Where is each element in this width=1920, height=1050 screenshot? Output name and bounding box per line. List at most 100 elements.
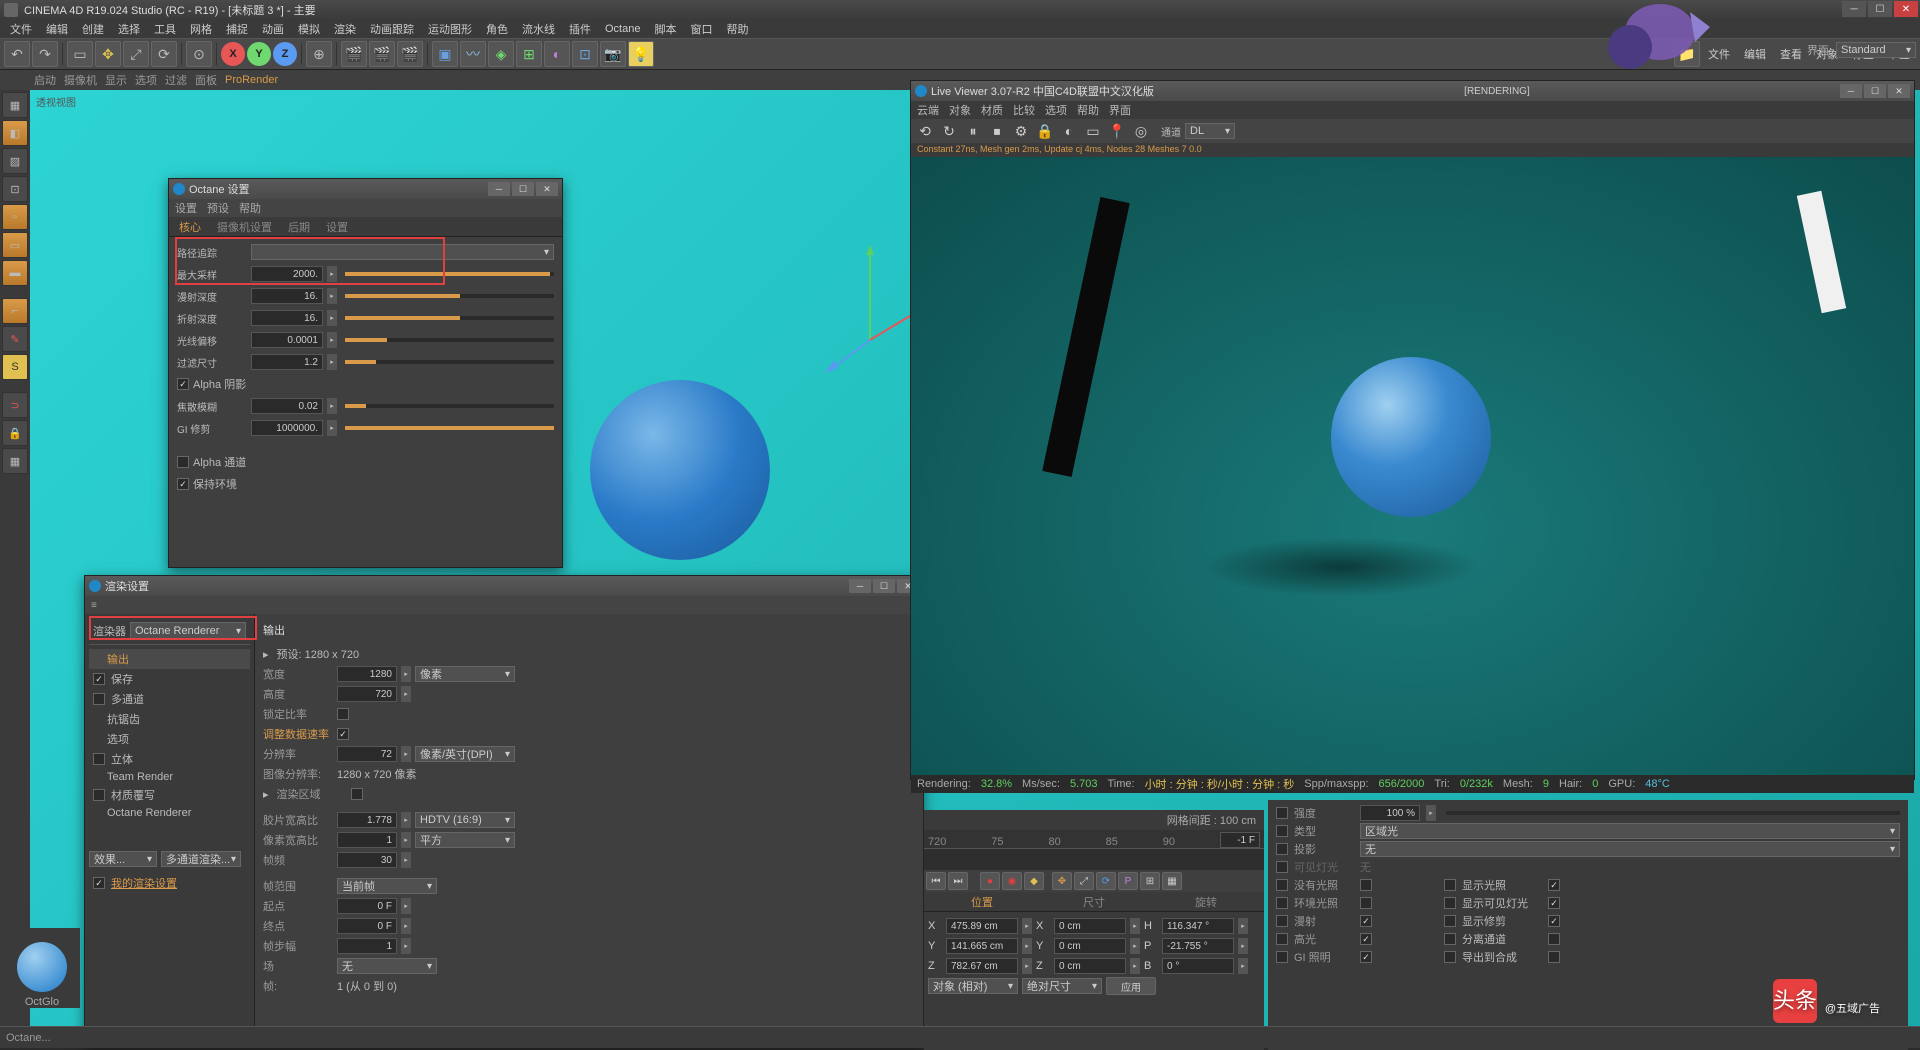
rs-multipass[interactable]: 多通道 [89,689,250,709]
panel-menu-files[interactable]: 文件 [1702,44,1736,64]
light-type-dropdown[interactable]: 区域光 [1360,823,1900,839]
redo-button[interactable]: ↷ [32,41,58,67]
select-tool[interactable]: ▭ [67,41,93,67]
environment[interactable]: ⊡ [572,41,598,67]
lv-menu-material[interactable]: 材质 [981,102,1003,118]
polygon-mode[interactable]: ▬ [2,260,28,286]
render-settings-titlebar[interactable]: 渲染设置 ─ ☐ ✕ [85,576,923,596]
lv-menu-object[interactable]: 对象 [949,102,971,118]
lv-channel-dropdown[interactable]: DL [1185,123,1235,139]
lv-pause-icon[interactable]: ⏸ [963,121,983,141]
tl-pos-key[interactable]: ✥ [1052,872,1072,890]
lv-menu-options[interactable]: 选项 [1045,102,1067,118]
menu-help[interactable]: 帮助 [720,19,754,39]
tl-rot-key[interactable]: ⟳ [1096,872,1116,890]
tl-keyframe[interactable]: ◆ [1024,872,1044,890]
rs-teamrender[interactable]: Team Render [89,769,250,785]
close-button[interactable]: ✕ [1894,1,1918,17]
no-lighting-check[interactable] [1360,879,1372,891]
menu-window[interactable]: 窗口 [684,19,718,39]
axis-x-toggle[interactable]: X [221,42,245,66]
menu-plugins[interactable]: 插件 [563,19,597,39]
light-tool[interactable]: 💡 [628,41,654,67]
lv-region-icon[interactable]: ▭ [1083,121,1103,141]
viewport-sphere-object[interactable] [590,380,770,560]
size-y[interactable]: 0 cm [1054,938,1126,954]
lock-ratio-check[interactable] [337,708,349,720]
start-input[interactable]: 0 F [337,898,397,914]
octane-menu-settings[interactable]: 设置 [175,200,197,216]
panel-menu-edit[interactable]: 编辑 [1738,44,1772,64]
coord-mode-dropdown[interactable]: 对象 (相对) [928,978,1018,994]
fps-input[interactable]: 30 [337,852,397,868]
make-editable[interactable]: ▦ [2,92,28,118]
menu-mograph[interactable]: 运动图形 [422,19,478,39]
menu-tools[interactable]: 工具 [148,19,182,39]
magnet-tool[interactable]: ⊃ [2,392,28,418]
rs-octane[interactable]: Octane Renderer [89,805,250,821]
menu-animate[interactable]: 动画 [256,19,290,39]
caustic-blur-slider[interactable] [345,404,554,408]
octane-menu-help[interactable]: 帮助 [239,200,261,216]
maximize-button[interactable]: ☐ [1868,1,1892,17]
width-unit[interactable]: 像素 [415,666,515,682]
tl-goto-end[interactable]: ⏭ [948,872,968,890]
octane-minimize[interactable]: ─ [488,182,510,196]
tl-grid-key[interactable]: ▦ [1162,872,1182,890]
live-viewer-titlebar[interactable]: Live Viewer 3.07-R2 中国C4D联盟中文汉化版 [RENDER… [911,81,1914,101]
filter-size-slider[interactable] [345,360,554,364]
highlight-check[interactable] [1360,933,1372,945]
lv-picker-icon[interactable]: ◎ [1131,121,1151,141]
menu-octane[interactable]: Octane [599,21,646,37]
vp-filter[interactable]: 过滤 [165,72,187,88]
lv-pin-icon[interactable]: 📍 [1107,121,1127,141]
tl-record[interactable]: ● [980,872,1000,890]
pixel-aspect-input[interactable]: 1 [337,832,397,848]
octane-tab-camera[interactable]: 摄像机设置 [213,217,276,237]
width-input[interactable]: 1280 [337,666,397,682]
size-x[interactable]: 0 cm [1054,918,1126,934]
frame-range[interactable]: 当前帧 [337,878,437,894]
alpha-shadow-check[interactable] [177,378,189,390]
menu-pipeline[interactable]: 流水线 [516,19,561,39]
tl-param-key[interactable]: P [1118,872,1138,890]
axis-z-toggle[interactable]: Z [273,42,297,66]
move-tool[interactable]: ✥ [95,41,121,67]
lv-menu-help[interactable]: 帮助 [1077,102,1099,118]
lv-render-view[interactable] [911,157,1914,775]
timeline-track[interactable] [924,848,1264,870]
max-samples-spinner[interactable]: ▸ [327,266,337,282]
coord-system[interactable]: ⊕ [306,41,332,67]
undo-button[interactable]: ↶ [4,41,30,67]
octane-close[interactable]: ✕ [536,182,558,196]
menu-file[interactable]: 文件 [4,19,38,39]
point-mode[interactable]: ▫ [2,204,28,230]
shadow-dropdown[interactable]: 无 [1360,841,1900,857]
rot-h[interactable]: 116.347 ° [1162,918,1234,934]
tl-goto-start[interactable]: ⏮ [926,872,946,890]
keep-env-check[interactable] [177,478,189,490]
texture-mode[interactable]: ▨ [2,148,28,174]
recent-tool[interactable]: ⊙ [186,41,212,67]
multipass-button[interactable]: 多通道渲染... [161,851,241,867]
refract-depth-slider[interactable] [345,316,554,320]
rot-b[interactable]: 0 ° [1162,958,1234,974]
ambient-check[interactable] [1360,897,1372,909]
panel-files[interactable]: 📁 [1674,41,1700,67]
octane-tab-kernel[interactable]: 核心 [175,217,205,237]
export-check[interactable] [1548,951,1560,963]
scale-tool[interactable]: ⤢ [123,41,149,67]
end-input[interactable]: 0 F [337,918,397,934]
max-samples-input[interactable]: 2000. [251,266,323,282]
lv-gear-icon[interactable]: ⚙ [1011,121,1031,141]
menu-create[interactable]: 创建 [76,19,110,39]
size-z[interactable]: 0 cm [1054,958,1126,974]
axis-mode[interactable]: ⌐ [2,298,28,324]
lv-lock-icon[interactable]: 🔒 [1035,121,1055,141]
diffuse-depth-input[interactable]: 16. [251,288,323,304]
timeline-current[interactable]: -1 F [1220,832,1260,848]
material-preview[interactable]: OctGlo [4,928,80,1008]
vp-start[interactable]: 启动 [34,72,56,88]
spline-pen[interactable]: 〰 [460,41,486,67]
caustic-blur-input[interactable]: 0.02 [251,398,323,414]
